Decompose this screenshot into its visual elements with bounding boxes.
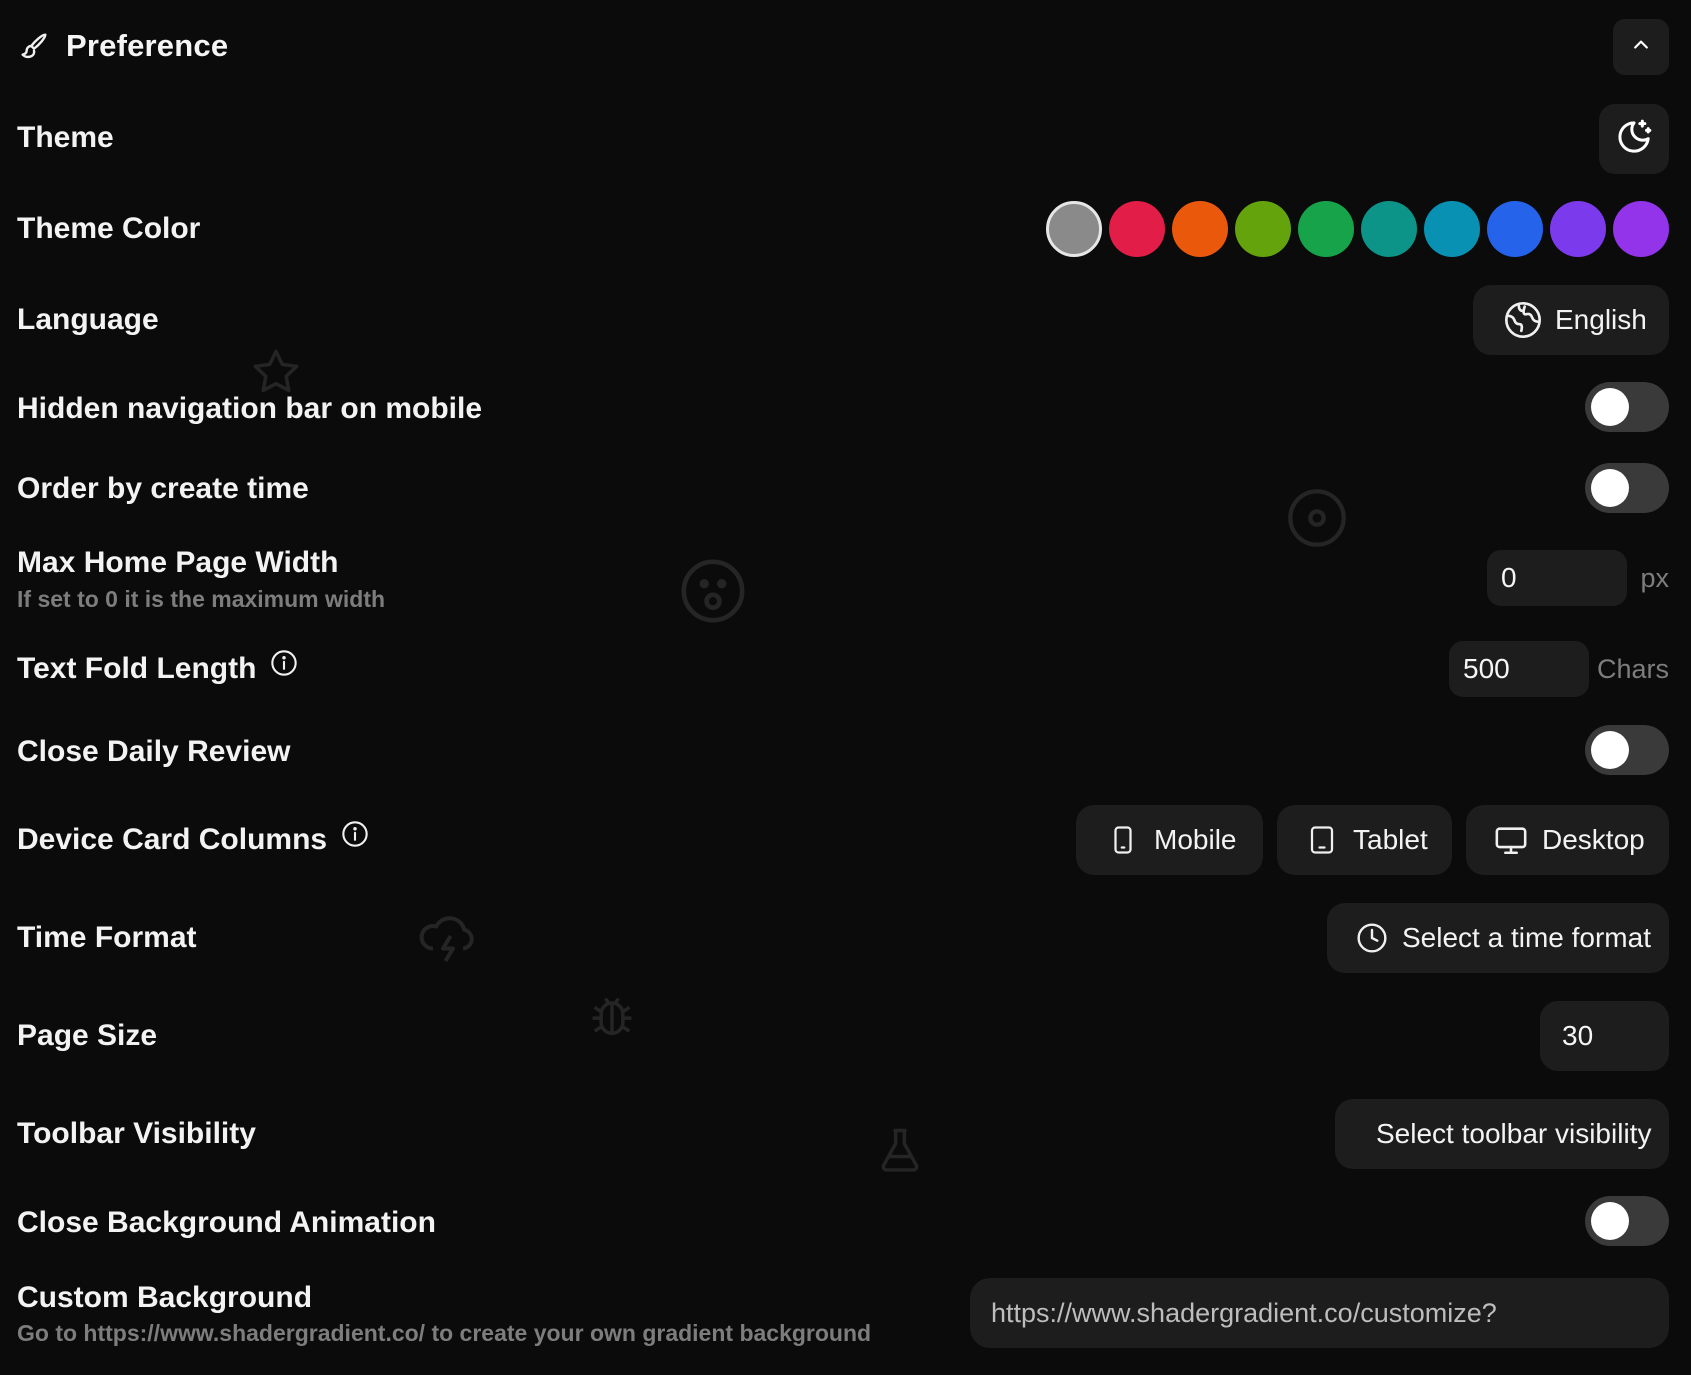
clock-icon	[1356, 922, 1388, 954]
hidden-nav-label: Hidden navigation bar on mobile	[17, 392, 483, 425]
theme-color-swatch[interactable]	[1298, 201, 1354, 257]
collapse-button[interactable]	[1613, 19, 1669, 75]
max-home-page-width-hint: If set to 0 it is the maximum width	[17, 586, 386, 612]
device-tablet-button[interactable]: Tablet	[1277, 805, 1452, 875]
text-fold-length-input[interactable]: 500	[1449, 641, 1589, 697]
smartphone-icon	[1108, 825, 1138, 855]
order-by-create-time-label: Order by create time	[17, 472, 309, 505]
close-daily-review-toggle[interactable]	[1585, 725, 1669, 775]
theme-color-swatch[interactable]	[1424, 201, 1480, 257]
preference-header[interactable]: Preference	[0, 0, 1691, 96]
theme-color-swatch[interactable]	[1487, 201, 1543, 257]
close-background-animation-label: Close Background Animation	[17, 1206, 436, 1239]
toggle-knob	[1591, 1202, 1629, 1240]
theme-color-swatches	[1046, 201, 1669, 257]
text-fold-length-label: Text Fold Length	[17, 649, 298, 686]
time-format-label: Time Format	[17, 921, 197, 954]
theme-label: Theme	[17, 121, 114, 154]
page-size-input[interactable]: 30	[1540, 1001, 1669, 1071]
close-background-animation-toggle[interactable]	[1585, 1196, 1669, 1246]
custom-background-label: Custom Background	[17, 1281, 313, 1314]
info-icon[interactable]	[341, 820, 369, 856]
preference-panel: Preference Theme Theme Color Language En…	[0, 0, 1691, 1375]
max-home-page-width-label: Max Home Page Width	[17, 546, 339, 579]
theme-toggle-button[interactable]	[1599, 104, 1669, 174]
order-by-create-time-toggle[interactable]	[1585, 463, 1669, 513]
paint-brush-icon	[18, 30, 50, 62]
tablet-icon	[1307, 825, 1337, 855]
theme-color-swatch[interactable]	[1172, 201, 1228, 257]
device-desktop-label: Desktop	[1542, 824, 1645, 855]
device-mobile-button[interactable]: Mobile	[1076, 805, 1263, 875]
toggle-knob	[1591, 469, 1629, 507]
toggle-knob	[1591, 388, 1629, 426]
device-card-columns-text: Device Card Columns	[17, 823, 328, 856]
moon-stars-icon	[1614, 117, 1654, 162]
device-desktop-button[interactable]: Desktop	[1466, 805, 1669, 875]
device-card-columns-label: Device Card Columns	[17, 820, 369, 857]
info-icon[interactable]	[270, 649, 298, 685]
globe-icon	[1503, 300, 1543, 340]
theme-color-swatch[interactable]	[1235, 201, 1291, 257]
theme-color-swatch[interactable]	[1613, 201, 1669, 257]
device-tablet-label: Tablet	[1353, 824, 1428, 855]
page-title: Preference	[66, 28, 229, 63]
time-format-placeholder: Select a time format	[1402, 922, 1651, 953]
language-label: Language	[17, 303, 159, 336]
time-format-select[interactable]: Select a time format	[1327, 903, 1669, 973]
device-mobile-label: Mobile	[1154, 824, 1237, 855]
language-select[interactable]: English	[1473, 285, 1669, 355]
page-size-label: Page Size	[17, 1019, 158, 1052]
theme-color-swatch[interactable]	[1361, 201, 1417, 257]
max-home-page-width-input[interactable]: 0	[1487, 550, 1627, 606]
text-fold-length-text: Text Fold Length	[17, 652, 257, 685]
toolbar-visibility-placeholder: Select toolbar visibility	[1376, 1118, 1652, 1149]
toggle-knob	[1591, 731, 1629, 769]
max-home-page-width-unit: px	[1640, 563, 1669, 593]
chevron-up-icon	[1631, 35, 1651, 60]
language-value: English	[1555, 304, 1647, 335]
toolbar-visibility-label: Toolbar Visibility	[17, 1117, 256, 1150]
toolbar-visibility-select[interactable]: Select toolbar visibility	[1335, 1099, 1669, 1169]
monitor-icon	[1494, 823, 1528, 857]
text-fold-length-unit: Chars	[1596, 654, 1669, 684]
theme-color-swatch[interactable]	[1109, 201, 1165, 257]
close-daily-review-label: Close Daily Review	[17, 735, 291, 768]
hidden-nav-toggle[interactable]	[1585, 382, 1669, 432]
theme-color-swatch[interactable]	[1046, 201, 1102, 257]
theme-color-swatch[interactable]	[1550, 201, 1606, 257]
custom-background-hint: Go to https://www.shadergradient.co/ to …	[17, 1320, 872, 1346]
theme-color-label: Theme Color	[17, 212, 201, 245]
custom-background-url-input[interactable]: https://www.shadergradient.co/customize?	[970, 1278, 1669, 1348]
